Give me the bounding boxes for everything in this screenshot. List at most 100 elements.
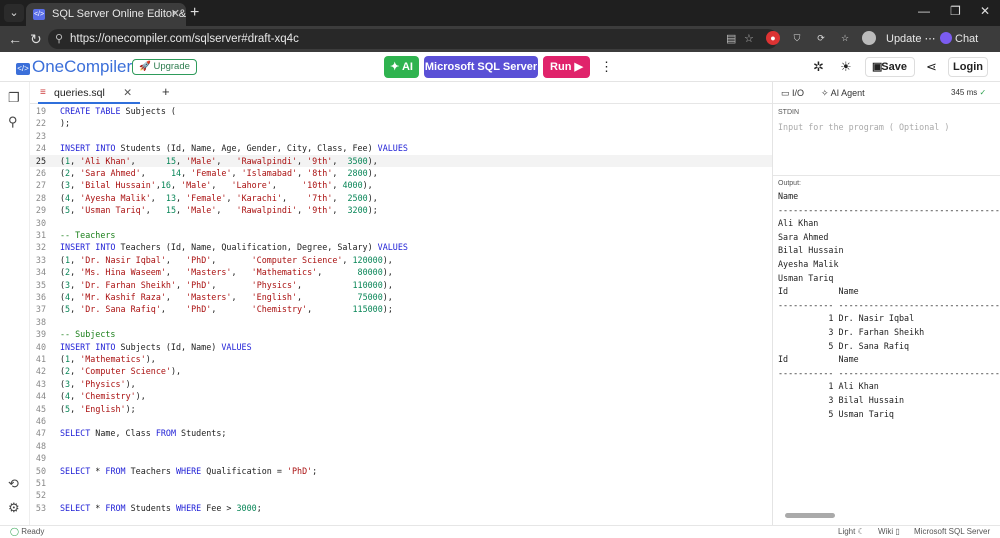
line-number: 36: [35, 292, 46, 302]
shield-icon[interactable]: ⛉: [790, 31, 804, 45]
tab-ai-agent[interactable]: ✧ AI Agent: [821, 82, 865, 104]
file-close-icon[interactable]: ✕: [123, 82, 132, 104]
theme-toggle[interactable]: Light ☾: [838, 526, 865, 538]
line-number: 27: [35, 180, 46, 191]
wiki-link[interactable]: Wiki ▯: [878, 526, 900, 538]
file-tab-queries[interactable]: ≡ queries.sql ✕: [38, 82, 140, 104]
line-number: 31: [35, 230, 46, 240]
history-icon[interactable]: ⟲: [8, 476, 19, 492]
code-line: (3, 'Dr. Farhan Sheikh', 'PhD', 'Physics…: [60, 279, 393, 290]
address-bar[interactable]: ⚲ https://onecompiler.com/sqlserver#draf…: [48, 29, 778, 49]
line-number: 51: [35, 478, 46, 488]
more-options-icon[interactable]: ⋮: [600, 59, 613, 75]
search-icon[interactable]: ⚲: [8, 114, 18, 130]
output-line: Id Name: [778, 286, 859, 297]
line-number: 26: [35, 168, 46, 178]
output-line: Id Name: [778, 354, 859, 365]
code-line: (4, 'Mr. Kashif Raza', 'Masters', 'Engli…: [60, 292, 393, 302]
settings-gear-icon[interactable]: ⚙: [8, 500, 20, 516]
line-number: 22: [35, 118, 46, 129]
url-text: https://onecompiler.com/sqlserver#draft-…: [70, 33, 299, 45]
code-editor[interactable]: 19 CREATE TABLE Subjects (22); 23 24 INSERT …: [30, 104, 772, 525]
line-number: 32: [35, 242, 46, 253]
code-line: SELECT * FROM Students WHERE Fee > 3000;: [60, 502, 262, 513]
line-number: 35: [35, 279, 46, 290]
output-line: Name: [778, 191, 799, 201]
close-window-icon[interactable]: ✕: [980, 4, 990, 18]
line-number: 37: [35, 304, 46, 315]
success-check-icon: ✓: [979, 88, 987, 97]
io-tab-bar: ▭ I/O ✧ AI Agent 345 ms ✓: [773, 82, 1000, 104]
debug-icon[interactable]: ✲: [813, 59, 824, 75]
ready-status: ◯ Ready: [10, 527, 45, 536]
bookmark-star-icon[interactable]: ☆: [744, 29, 754, 49]
run-button[interactable]: Run ▶: [543, 56, 590, 78]
code-line: CREATE TABLE Subjects (: [60, 106, 176, 116]
back-icon[interactable]: ←: [8, 30, 22, 48]
code-line: INSERT INTO Teachers (Id, Name, Qualific…: [60, 242, 408, 253]
editor-tab-bar: ≡ queries.sql ✕ +: [30, 82, 772, 104]
logo[interactable]: </> OneCompiler: [16, 57, 132, 77]
code-line: (5, 'Dr. Sana Rafiq', 'PhD', 'Chemistry'…: [60, 304, 393, 315]
stdin-input[interactable]: Input for the program ( Optional ): [778, 122, 949, 132]
output-scrollbar[interactable]: [783, 513, 993, 518]
line-number: 45: [35, 403, 46, 414]
code-line: INSERT INTO Students (Id, Name, Age, Gen…: [60, 143, 408, 154]
line-number: 49: [35, 453, 46, 464]
status-bar: ◯ Ready Light ☾ Wiki ▯ Microsoft SQL Ser…: [0, 525, 1000, 538]
line-number: 38: [35, 316, 46, 327]
maximize-icon[interactable]: ❐: [950, 4, 961, 18]
output-line: Sara Ahmed: [778, 231, 829, 242]
theme-sun-icon[interactable]: ☀: [840, 59, 852, 75]
agent-icon: ✧: [821, 88, 829, 98]
code-line: );: [60, 118, 71, 129]
minimize-icon[interactable]: —: [918, 4, 930, 18]
reader-icon[interactable]: ▤: [726, 29, 736, 49]
output-line: 1 Dr. Nasir Iqbal: [778, 313, 915, 324]
code-line: SELECT * FROM Teachers WHERE Qualificati…: [60, 465, 318, 476]
line-number: 52: [35, 490, 46, 501]
update-button[interactable]: Update ⋯: [886, 30, 936, 48]
tab-close-icon[interactable]: ✕: [171, 3, 180, 26]
profile-avatar[interactable]: [862, 31, 876, 45]
line-number: 43: [35, 378, 46, 389]
share-icon[interactable]: ⋖: [926, 59, 937, 75]
code-line: -- Teachers: [60, 230, 116, 240]
tab-io[interactable]: ▭ I/O: [781, 82, 804, 104]
code-line: SELECT Name, Class FROM Students;: [60, 428, 227, 439]
language-select[interactable]: Microsoft SQL Server ▾: [424, 56, 538, 95]
logo-mark-icon: </>: [16, 63, 30, 75]
output-line: ----------------------------------------…: [778, 204, 1000, 215]
extension-icon[interactable]: ●: [766, 31, 780, 45]
files-icon[interactable]: ❐: [8, 90, 20, 106]
line-number: 44: [35, 391, 46, 402]
ai-button[interactable]: ✦ AI: [384, 56, 419, 78]
login-button[interactable]: Login: [948, 57, 988, 77]
add-file-button[interactable]: +: [162, 82, 170, 102]
extensions-puzzle-icon[interactable]: ⟳: [814, 31, 828, 45]
output-line: 5 Usman Tariq: [778, 408, 894, 419]
code-line: (4, 'Ayesha Malik', 13, 'Female', 'Karac…: [60, 192, 378, 203]
reload-icon[interactable]: ↻: [30, 30, 42, 48]
tab-search-button[interactable]: ⌄: [4, 4, 24, 22]
code-line: (2, 'Ms. Hina Waseem', 'Masters', 'Mathe…: [60, 267, 393, 278]
browser-tab[interactable]: </> SQL Server Online Editor & Compiler …: [26, 3, 186, 26]
execution-time: 345 ms ✓: [951, 88, 987, 97]
scrollbar-thumb[interactable]: [785, 513, 835, 518]
line-number: 46: [35, 416, 46, 426]
line-number: 40: [35, 341, 46, 352]
save-button[interactable]: ▣ Save: [865, 57, 915, 77]
output-line: Ali Khan: [778, 218, 819, 229]
line-number: 30: [35, 217, 46, 228]
line-number: 42: [35, 366, 46, 377]
output-line: Bilal Hussain: [778, 245, 844, 256]
line-number: 29: [35, 205, 46, 216]
output-console: Name ------------------------------------…: [778, 191, 1000, 509]
chat-button[interactable]: Chat: [940, 30, 978, 48]
new-tab-button[interactable]: +: [190, 4, 199, 22]
upgrade-button[interactable]: 🚀 Upgrade: [132, 59, 197, 75]
code-line: (4, 'Chemistry'),: [60, 391, 146, 402]
code-line: (1, 'Dr. Nasir Iqbal', 'PhD', 'Computer …: [60, 254, 393, 265]
site-info-icon[interactable]: ⚲: [55, 29, 63, 49]
favorites-icon[interactable]: ☆: [838, 31, 852, 45]
